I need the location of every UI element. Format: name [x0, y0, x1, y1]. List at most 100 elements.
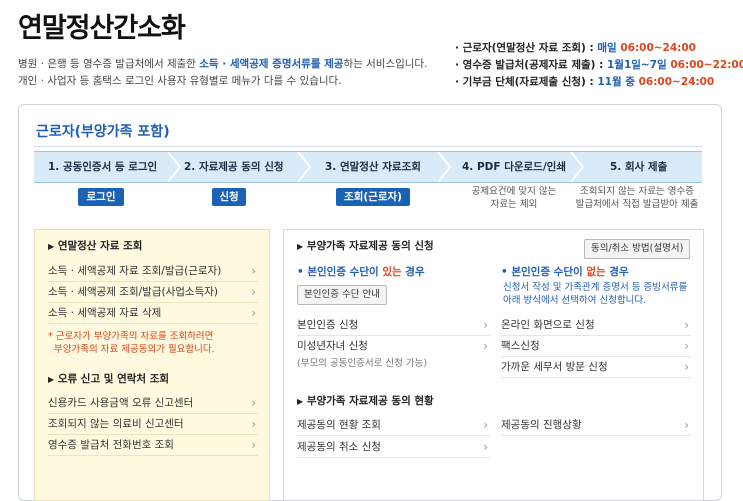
note-line: 발급처에서 직접 발급받아 제출 [575, 199, 699, 210]
item-label: 신용카드 사용금액 오류 신고센터 [48, 397, 194, 409]
section-title: 부양가족 자료제공 동의 현황 [306, 395, 434, 407]
has-auth-heading: • 본인인증 수단이 있는 경우 [297, 264, 425, 279]
list-item-fax-apply[interactable]: 팩스신청 › [501, 336, 691, 357]
list-item-minor-apply[interactable]: 미성년자녀 신청 › [297, 336, 490, 356]
item-label: 소득 · 세액공제 자료 조회/발급(근로자) [48, 265, 222, 277]
list-item-office-visit[interactable]: 가까운 세무서 방문 신청 › [501, 357, 691, 378]
heading-text: • 본인인증 수단이 [297, 266, 383, 278]
no-auth-note: 신청서 작성 및 가족관계 증명서 등 증빙서류를 아래 방식에서 선택하여 신… [503, 281, 687, 307]
item-label: 온라인 화면으로 신청 [501, 319, 595, 331]
heading-text: • 본인인증 수단이 [501, 266, 587, 278]
step-5-note: 조회되지 않는 자료는 영수증 발급처에서 직접 발급받아 제출 [566, 185, 708, 211]
chevron-right-icon: › [483, 418, 488, 432]
step-5-label: 5. 회사 제출 [610, 161, 668, 173]
chevron-right-icon: › [251, 417, 256, 431]
triangle-bullet-icon: ▶ [48, 242, 55, 251]
heading-highlight: 있는 [382, 266, 402, 278]
service-description: 병원 · 은행 등 영수증 발급처에서 제출한 소득 · 세액공제 증명서류를 … [18, 56, 427, 71]
section-consent-apply: ▶ 부양가족 자료제공 동의 신청 [297, 238, 434, 253]
step-4-note: 공제요건에 맞지 않는 자료는 제외 [454, 185, 574, 211]
chevron-right-icon: › [684, 339, 689, 353]
item-label: 조회되지 않는 의료비 신고센터 [48, 418, 184, 430]
list-item-online-apply[interactable]: 온라인 화면으로 신청 › [501, 315, 691, 336]
list-item-medical-report[interactable]: 조회되지 않는 의료비 신고센터 › [48, 414, 258, 435]
schedule-label: 기부금 단체(자료제출 신청) : [462, 76, 598, 88]
list-item-phone-lookup[interactable]: 영수증 발급처 전화번호 조회 › [48, 435, 258, 456]
auth-method-guide-button[interactable]: 본인인증 수단 안내 [297, 285, 387, 305]
chevron-right-icon: › [684, 360, 689, 374]
item-label: 제공동의 취소 신청 [297, 441, 381, 453]
schedule-time: 06:00~24:00 [638, 76, 715, 88]
dependent-note-line2: 부양가족의 자료 제공동의가 필요합니다. [54, 344, 215, 355]
consent-method-guide-button[interactable]: 동의/취소 방법(설명서) [584, 239, 691, 259]
section-consent-status: ▶ 부양가족 자료제공 동의 현황 [297, 393, 434, 408]
right-panel: ▶ 부양가족 자료제공 동의 신청 동의/취소 방법(설명서) • 본인인증 수… [283, 229, 704, 501]
step-1-label: 1. 공동인증서 등 로그인 [48, 161, 158, 173]
schedule-worker: · 근로자(연말정산 자료 조회) : 매일 06:00~24:00 [455, 40, 696, 55]
schedule-time: 06:00~24:00 [620, 42, 696, 54]
triangle-bullet-icon: ▶ [297, 397, 304, 406]
bullet: · [455, 42, 459, 54]
desc-highlight: 소득 · 세액공제 증명서류를 제공 [199, 58, 344, 70]
schedule-label: 근로자(연말정산 자료 조회) : [462, 42, 598, 54]
item-label: 가까운 세무서 방문 신청 [501, 361, 608, 373]
schedule-days: 11월 중 [597, 76, 639, 88]
chevron-right-icon: › [684, 418, 689, 432]
heading-text: 경우 [401, 266, 425, 278]
item-label: 영수증 발급처 전화번호 조회 [48, 439, 174, 451]
apply-button[interactable]: 신청 [212, 188, 246, 206]
triangle-bullet-icon: ▶ [297, 242, 304, 251]
item-label: 본인인증 신청 [297, 319, 359, 331]
chevron-right-icon [570, 152, 585, 182]
desc-text: 하는 서비스입니다. [343, 58, 428, 70]
list-item-worker-inquiry[interactable]: 소득 · 세액공제 자료 조회/발급(근로자) › [48, 261, 258, 282]
section-title: 연말정산 자료 조회 [57, 240, 143, 252]
heading-highlight: 없는 [586, 266, 606, 278]
chevron-right-icon [437, 152, 452, 182]
section-year-end-inquiry: ▶ 연말정산 자료 조회 [48, 238, 142, 253]
section-error-report: ▶ 오류 신고 및 연락처 조회 [48, 371, 169, 386]
left-panel: ▶ 연말정산 자료 조회 소득 · 세액공제 자료 조회/발급(근로자) › 소득… [34, 229, 270, 501]
list-item-consent-cancel[interactable]: 제공동의 취소 신청 › [297, 437, 490, 458]
login-button[interactable]: 로그인 [78, 188, 124, 206]
dependent-note-line1: * 근로자가 부양가족의 자료를 조회하려면 [48, 331, 214, 342]
chevron-right-icon: › [483, 318, 488, 332]
chevron-right-icon: › [251, 438, 256, 452]
item-label: 소득 · 세액공제 조회/발급(사업소득자) [48, 286, 218, 298]
chevron-right-icon [297, 152, 312, 182]
minor-apply-note: (부모의 공동인증서로 신청 가능) [297, 358, 428, 369]
schedule-label: 영수증 발급처(공제자료 제출) : [462, 59, 607, 71]
note-line: 아래 방식에서 선택하여 신청합니다. [503, 295, 647, 306]
triangle-bullet-icon: ▶ [48, 375, 55, 384]
bullet: · [455, 76, 459, 88]
step-3-label: 3. 연말정산 자료조회 [325, 161, 421, 173]
list-item-self-auth-apply[interactable]: 본인인증 신청 › [297, 315, 490, 336]
chevron-right-icon: › [251, 285, 256, 299]
chevron-right-icon [167, 152, 182, 182]
chevron-right-icon: › [483, 339, 488, 353]
chevron-right-icon: › [251, 306, 256, 320]
list-item-delete[interactable]: 소득 · 세액공제 자료 삭제 › [48, 303, 258, 324]
section-title: 오류 신고 및 연락처 조회 [57, 373, 170, 385]
no-auth-heading: • 본인인증 수단이 없는 경우 [501, 264, 629, 279]
process-steps: 1. 공동인증서 등 로그인 2. 자료제공 동의 신청 3. 연말정산 자료조… [34, 151, 702, 183]
heading-text: 경우 [605, 266, 629, 278]
chevron-right-icon: › [483, 440, 488, 454]
divider [34, 146, 702, 147]
list-item-business-inquiry[interactable]: 소득 · 세액공제 조회/발급(사업소득자) › [48, 282, 258, 303]
step-4-label: 4. PDF 다운로드/인쇄 [462, 161, 566, 173]
note-line: 조회되지 않는 자료는 영수증 [580, 186, 694, 197]
item-label: 소득 · 세액공제 자료 삭제 [48, 307, 162, 319]
list-item-card-error[interactable]: 신용카드 사용금액 오류 신고센터 › [48, 393, 258, 414]
schedule-days: 매일 [597, 42, 621, 54]
step-2-label: 2. 자료제공 동의 신청 [184, 161, 284, 173]
list-item-consent-progress[interactable]: 제공동의 진행상황 › [501, 415, 691, 436]
inquiry-worker-button[interactable]: 조회(근로자) [336, 188, 410, 206]
list-item-consent-status[interactable]: 제공동의 현황 조회 › [297, 415, 490, 436]
note-line: 자료는 제외 [490, 199, 538, 210]
item-label: 미성년자녀 신청 [297, 340, 368, 352]
schedule-days: 1월1일~7일 [607, 59, 671, 71]
item-label: 제공동의 진행상황 [501, 419, 582, 431]
schedule-receipt-issuer: · 영수증 발급처(공제자료 제출) : 1월1일~7일 06:00~22:00 [455, 57, 743, 72]
note-line: 신청서 작성 및 가족관계 증명서 등 증빙서류를 [503, 282, 688, 293]
